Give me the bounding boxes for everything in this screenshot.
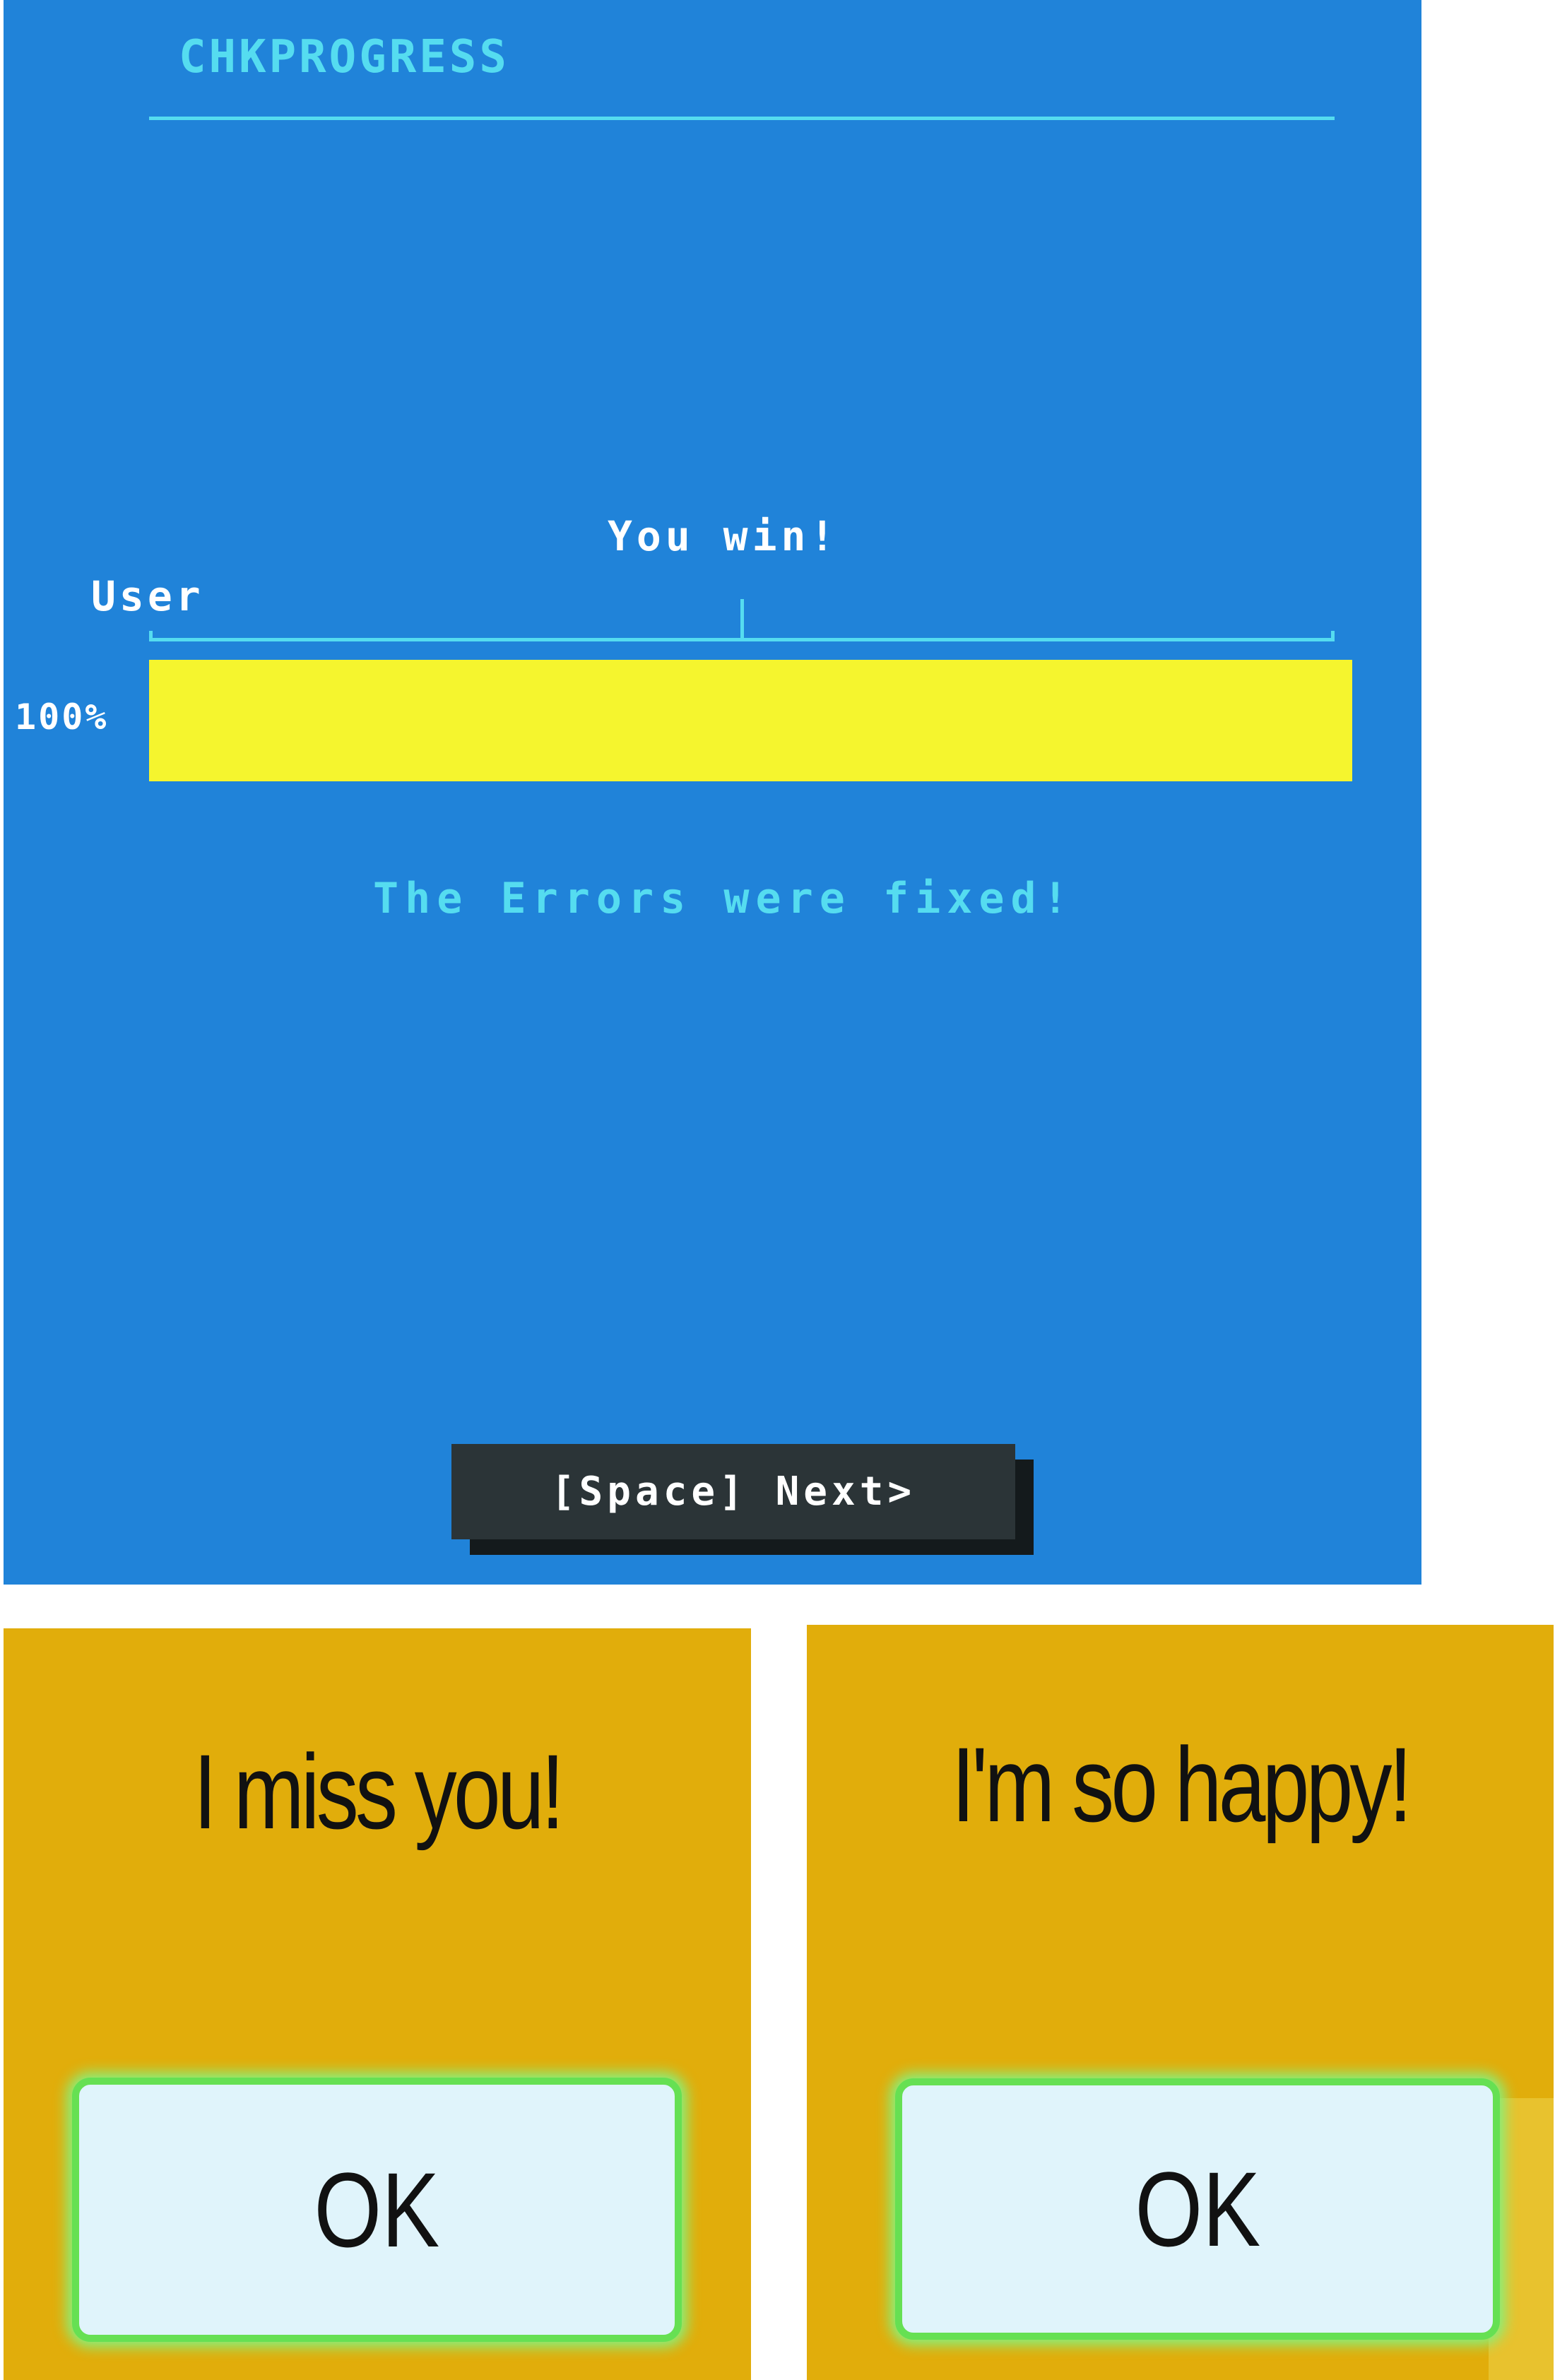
dialog-message: I miss you!: [193, 1732, 564, 1851]
ok-button[interactable]: OK: [895, 2078, 1500, 2340]
user-label: User: [91, 572, 204, 620]
progress-track-marker: [740, 599, 744, 640]
next-button[interactable]: [Space] Next>: [451, 1444, 1015, 1539]
progress-percent-label: 100%: [15, 697, 109, 738]
progress-bar: [149, 660, 1352, 781]
progress-bar-fill: [149, 660, 1352, 781]
win-message: You win!: [608, 512, 839, 560]
result-message: The Errors were fixed!: [373, 874, 1075, 923]
dialog-message: I'm so happy!: [951, 1725, 1412, 1844]
progress-track-end-cap: [1331, 631, 1335, 641]
screen-title: CHKPROGRESS: [179, 31, 509, 83]
progress-track-start-cap: [149, 631, 153, 641]
title-divider: [149, 117, 1335, 120]
chkprogress-screen: CHKPROGRESS You win! User 100% The Error…: [4, 0, 1421, 1585]
dialog-panel-happy: I'm so happy! OK: [807, 1625, 1554, 2380]
dialog-panel-miss: I miss you! OK: [4, 1628, 751, 2380]
ok-button[interactable]: OK: [72, 2078, 682, 2342]
ok-button-label: OK: [314, 2150, 440, 2269]
ok-button-label: OK: [1135, 2149, 1260, 2268]
